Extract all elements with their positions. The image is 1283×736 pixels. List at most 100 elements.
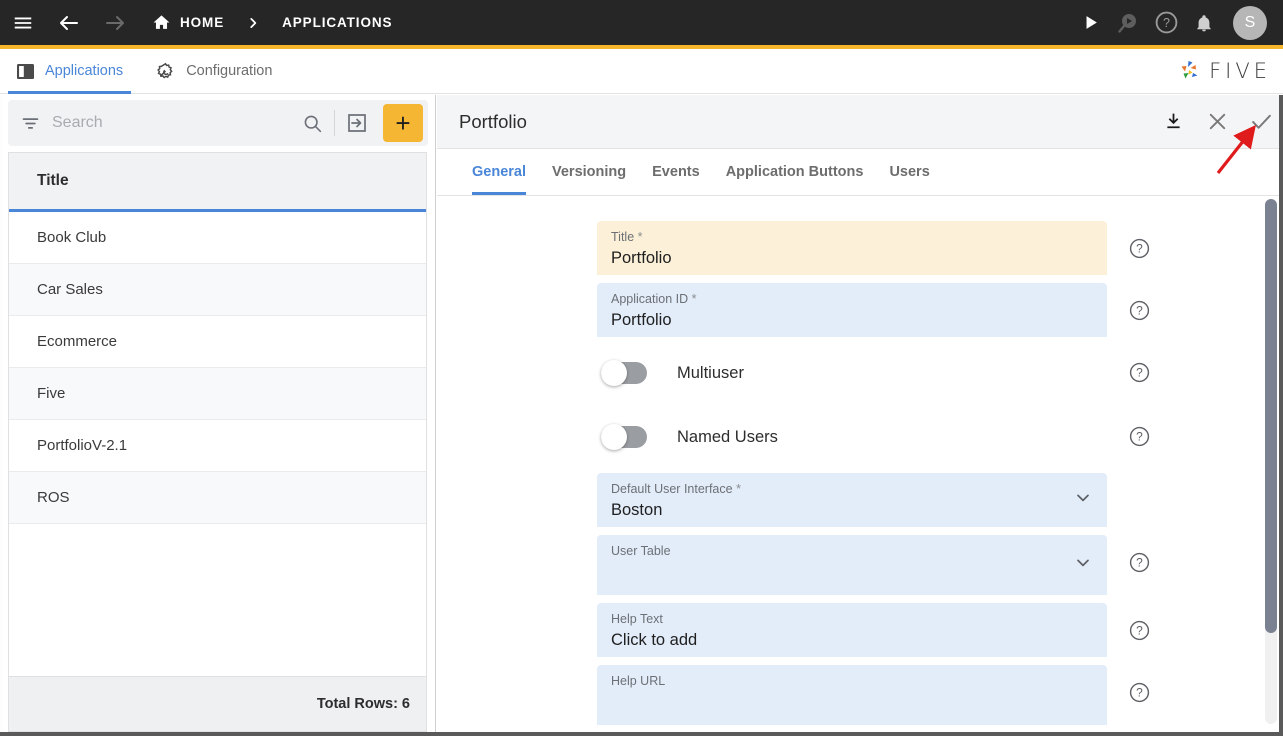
- toggle-multiuser[interactable]: [601, 360, 647, 386]
- table-row[interactable]: Book Club: [9, 212, 426, 264]
- field-label-title: Title *: [611, 229, 1093, 245]
- field-value-title: Portfolio: [611, 249, 672, 267]
- svg-text:?: ?: [1136, 555, 1143, 569]
- avatar[interactable]: S: [1233, 5, 1267, 40]
- table-row[interactable]: Car Sales: [9, 264, 426, 316]
- field-user-table[interactable]: User Table: [597, 535, 1107, 595]
- table-row[interactable]: Ecommerce: [9, 316, 426, 368]
- field-value-application-id: Portfolio: [611, 311, 672, 329]
- add-application-button[interactable]: +: [383, 104, 423, 142]
- toggle-row-named-users: Named Users: [597, 409, 1107, 465]
- field-label-user-table: User Table: [611, 543, 1093, 559]
- field-label-text: Application ID: [611, 292, 689, 306]
- tab-events[interactable]: Events: [639, 149, 713, 195]
- table-row-title: Ecommerce: [37, 333, 118, 350]
- application-tabstrip: Applications Configuration FIVE: [0, 49, 1283, 94]
- search-icon[interactable]: [290, 113, 334, 134]
- svg-text:?: ?: [1136, 685, 1143, 699]
- breadcrumb: HOME APPLICATIONS: [152, 13, 392, 32]
- field-value-default-user-interface: Boston: [611, 501, 663, 519]
- import-arrow-icon[interactable]: [335, 111, 379, 135]
- tab-users[interactable]: Users: [876, 149, 942, 195]
- panel-layout-icon: [16, 63, 35, 80]
- field-label-help-url: Help URL: [611, 673, 1093, 689]
- help-icon-user-table[interactable]: ?: [1119, 535, 1159, 589]
- tab-applications-label: Applications: [45, 63, 124, 79]
- search-play-icon[interactable]: [1111, 6, 1145, 40]
- table-row-title: Five: [37, 385, 66, 402]
- field-help-text[interactable]: Help Text Click to add: [597, 603, 1107, 657]
- help-icon[interactable]: ?: [1149, 6, 1183, 40]
- filter-icon[interactable]: [8, 113, 52, 134]
- svg-text:?: ?: [1136, 365, 1143, 379]
- help-icon-title[interactable]: ?: [1119, 221, 1159, 275]
- form-scrollbar-track[interactable]: [1265, 199, 1277, 724]
- help-icon-help-text[interactable]: ?: [1119, 603, 1159, 657]
- notifications-bell-icon[interactable]: [1187, 6, 1221, 40]
- table-row[interactable]: PortfolioV-2.1: [9, 420, 426, 472]
- applications-grid: Title Book Club Car Sales Ecommerce Five Por…: [8, 152, 427, 677]
- tab-application-buttons[interactable]: Application Buttons: [713, 149, 877, 195]
- play-icon[interactable]: [1073, 6, 1107, 40]
- topbar-actions: ? S: [1073, 0, 1273, 45]
- toggle-named-users[interactable]: [601, 424, 647, 450]
- window-right-edge: [1279, 95, 1283, 732]
- window-bottom-edge: [0, 732, 1283, 736]
- field-application-id[interactable]: Application ID * Portfolio: [597, 283, 1107, 337]
- tab-general[interactable]: General: [459, 149, 539, 195]
- form-header: Portfolio: [437, 95, 1283, 149]
- grid-column-header-title[interactable]: Title: [9, 153, 426, 212]
- tab-configuration[interactable]: Configuration: [139, 49, 288, 94]
- grid-footer: Total Rows: 6: [8, 676, 427, 732]
- breadcrumb-item-home[interactable]: HOME: [180, 15, 224, 30]
- field-label-text: Title: [611, 230, 635, 244]
- hamburger-menu-icon[interactable]: [0, 0, 46, 45]
- form-scrollbar-thumb[interactable]: [1265, 199, 1277, 633]
- field-label-text: User Table: [611, 544, 671, 558]
- arrow-forward-icon: [92, 0, 138, 45]
- search-input[interactable]: [52, 114, 290, 132]
- tab-versioning[interactable]: Versioning: [539, 149, 639, 195]
- close-icon[interactable]: [1195, 95, 1239, 149]
- table-row[interactable]: ROS: [9, 472, 426, 524]
- required-marker: *: [637, 230, 643, 244]
- arrow-back-icon[interactable]: [46, 0, 92, 45]
- field-value-user-table: [611, 559, 1093, 560]
- field-title[interactable]: Title * Portfolio: [597, 221, 1107, 275]
- tab-configuration-label: Configuration: [186, 63, 273, 79]
- table-row[interactable]: Five: [9, 368, 426, 420]
- application-form-panel: Portfolio General Versioning Events Applica…: [437, 95, 1283, 732]
- svg-text:?: ?: [1163, 16, 1170, 30]
- chevron-down-icon[interactable]: [1073, 553, 1093, 578]
- form-tab-bar: General Versioning Events Application Butto…: [437, 149, 1283, 196]
- window-left-edge: [0, 95, 3, 732]
- field-value-help-url: [611, 689, 1093, 690]
- field-label-text: Default User Interface: [611, 482, 733, 496]
- field-default-user-interface[interactable]: Default User Interface * Boston: [597, 473, 1107, 527]
- form-scroll-area[interactable]: Title * Portfolio? Application ID * Portfol…: [437, 197, 1283, 732]
- toggle-row-multiuser: Multiuser: [597, 345, 1107, 401]
- field-label-help-text: Help Text: [611, 611, 1093, 627]
- home-icon[interactable]: [152, 13, 171, 32]
- table-row-title: Book Club: [37, 229, 107, 246]
- help-icon-multiuser[interactable]: ?: [1119, 345, 1159, 399]
- download-icon[interactable]: [1151, 95, 1195, 149]
- field-help-url[interactable]: Help URL: [597, 665, 1107, 725]
- svg-text:?: ?: [1136, 429, 1143, 443]
- tab-applications[interactable]: Applications: [0, 49, 139, 94]
- field-label-text: Help Text: [611, 612, 663, 626]
- svg-text:?: ?: [1136, 241, 1143, 255]
- help-icon-named-users[interactable]: ?: [1119, 409, 1159, 463]
- field-label-application-id: Application ID *: [611, 291, 1093, 307]
- required-marker: *: [691, 292, 697, 306]
- five-logo-text: FIVE: [1209, 59, 1271, 83]
- confirm-check-icon[interactable]: [1239, 95, 1283, 149]
- toggle-label-multiuser: Multiuser: [677, 363, 744, 382]
- field-label-text: Help URL: [611, 674, 666, 688]
- chevron-down-icon[interactable]: [1073, 488, 1093, 513]
- help-icon-application-id[interactable]: ?: [1119, 283, 1159, 337]
- help-icon-help-url[interactable]: ?: [1119, 665, 1159, 719]
- breadcrumb-item-applications[interactable]: APPLICATIONS: [282, 15, 392, 30]
- chevron-right-icon: [246, 16, 260, 30]
- field-label-default-user-interface: Default User Interface *: [611, 481, 1093, 497]
